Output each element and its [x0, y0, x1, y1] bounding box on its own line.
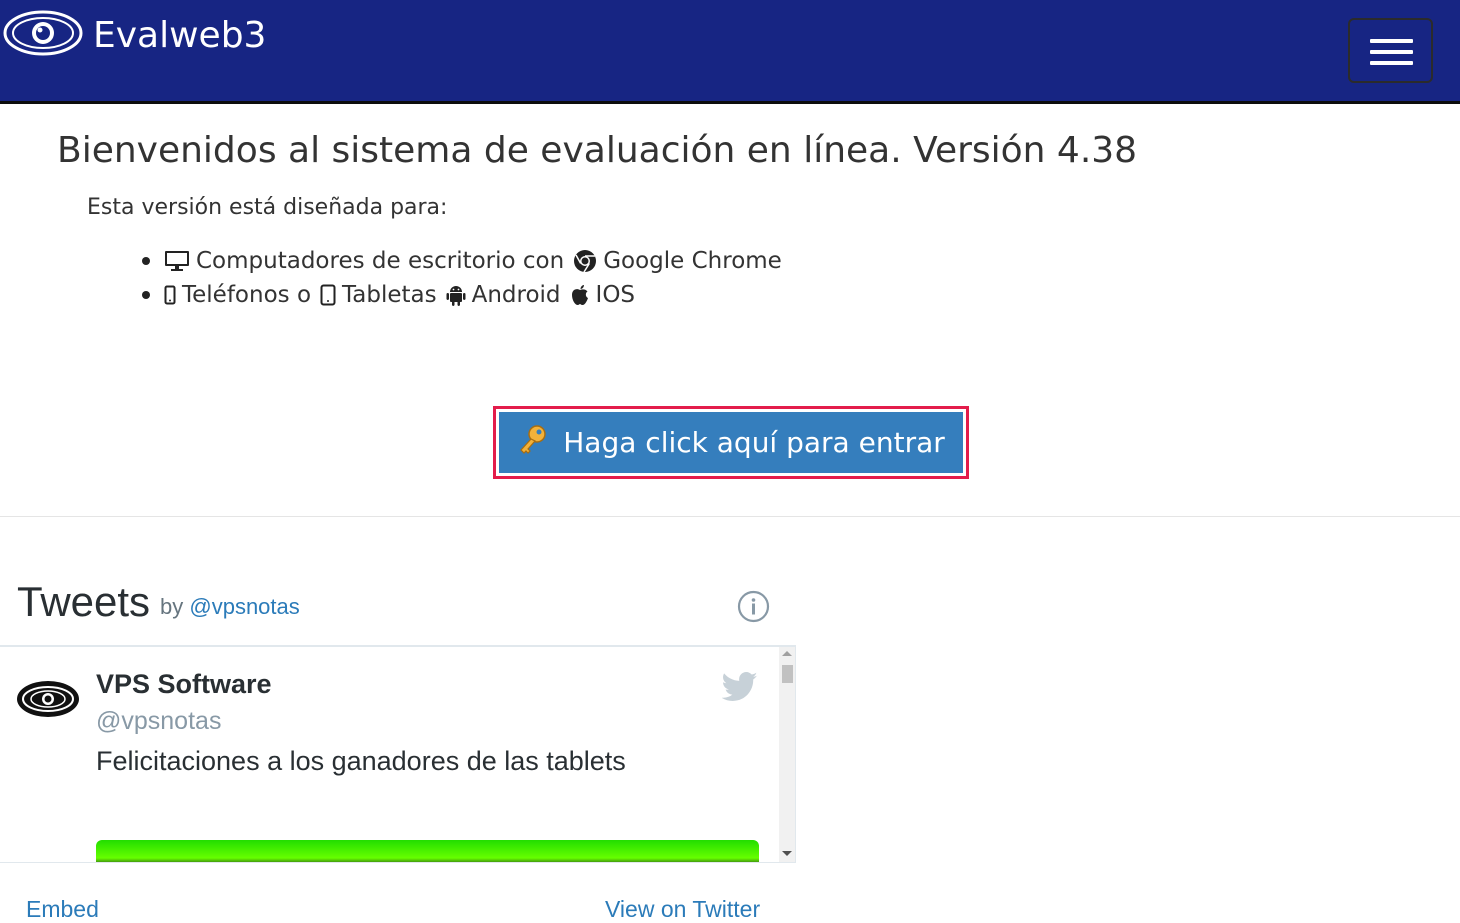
timeline-scrollbar[interactable]: [779, 647, 795, 862]
twitter-handle-link[interactable]: @vpsnotas: [189, 594, 299, 619]
scroll-up-arrow-icon[interactable]: [782, 651, 792, 656]
key-icon: [517, 424, 549, 461]
tablet-icon: [320, 284, 336, 306]
twitter-timeline[interactable]: VPS Software @vpsnotas Felicitaciones a …: [0, 647, 796, 862]
tweet-media-image[interactable]: [96, 840, 759, 862]
page-title: Bienvenidos al sistema de evaluación en …: [57, 130, 1138, 171]
embed-link[interactable]: Embed: [26, 896, 99, 923]
twitter-footer-divider: [0, 862, 796, 863]
tweet-author-handle[interactable]: @vpsnotas: [96, 707, 221, 736]
top-navbar: Evalweb3: [0, 0, 1460, 104]
list-item: Teléfonos o Tabletas Android IOS: [140, 278, 782, 312]
android-icon: [446, 284, 466, 306]
enter-button-label: Haga click aquí para entrar: [563, 426, 945, 459]
enter-button[interactable]: Haga click aquí para entrar: [499, 412, 963, 473]
brand-title[interactable]: Evalweb3: [93, 14, 266, 58]
view-on-twitter-link[interactable]: View on Twitter: [605, 896, 760, 923]
twitter-bird-icon[interactable]: [721, 672, 758, 706]
scroll-down-arrow-icon[interactable]: [782, 851, 792, 856]
mobile-phone-icon: [164, 285, 176, 305]
twitter-widget-byline: by @vpsnotas: [160, 594, 300, 619]
hamburger-menu-icon: [1370, 39, 1413, 43]
eye-logo-icon[interactable]: [2, 6, 84, 60]
chrome-icon: [573, 249, 597, 273]
bullet: [142, 291, 150, 299]
scrollbar-thumb[interactable]: [782, 665, 793, 683]
info-icon[interactable]: [737, 590, 770, 627]
desktop-icon: [164, 250, 190, 272]
apple-icon: [570, 284, 590, 306]
section-divider: [0, 516, 1460, 517]
supported-devices-list: Computadores de escritorio con Google Ch…: [140, 244, 782, 312]
bullet: [142, 257, 150, 265]
list-item: Computadores de escritorio con Google Ch…: [140, 244, 782, 278]
hamburger-menu-button[interactable]: [1348, 18, 1433, 83]
enter-button-highlight: Haga click aquí para entrar: [493, 406, 969, 479]
tweet-text: Felicitaciones a los ganadores de las ta…: [96, 746, 626, 776]
subtitle: Esta versión está diseñada para:: [87, 195, 448, 220]
tweet-author-name[interactable]: VPS Software: [96, 669, 272, 700]
avatar[interactable]: [15, 679, 81, 723]
twitter-widget-title: Tweets: [17, 578, 151, 625]
